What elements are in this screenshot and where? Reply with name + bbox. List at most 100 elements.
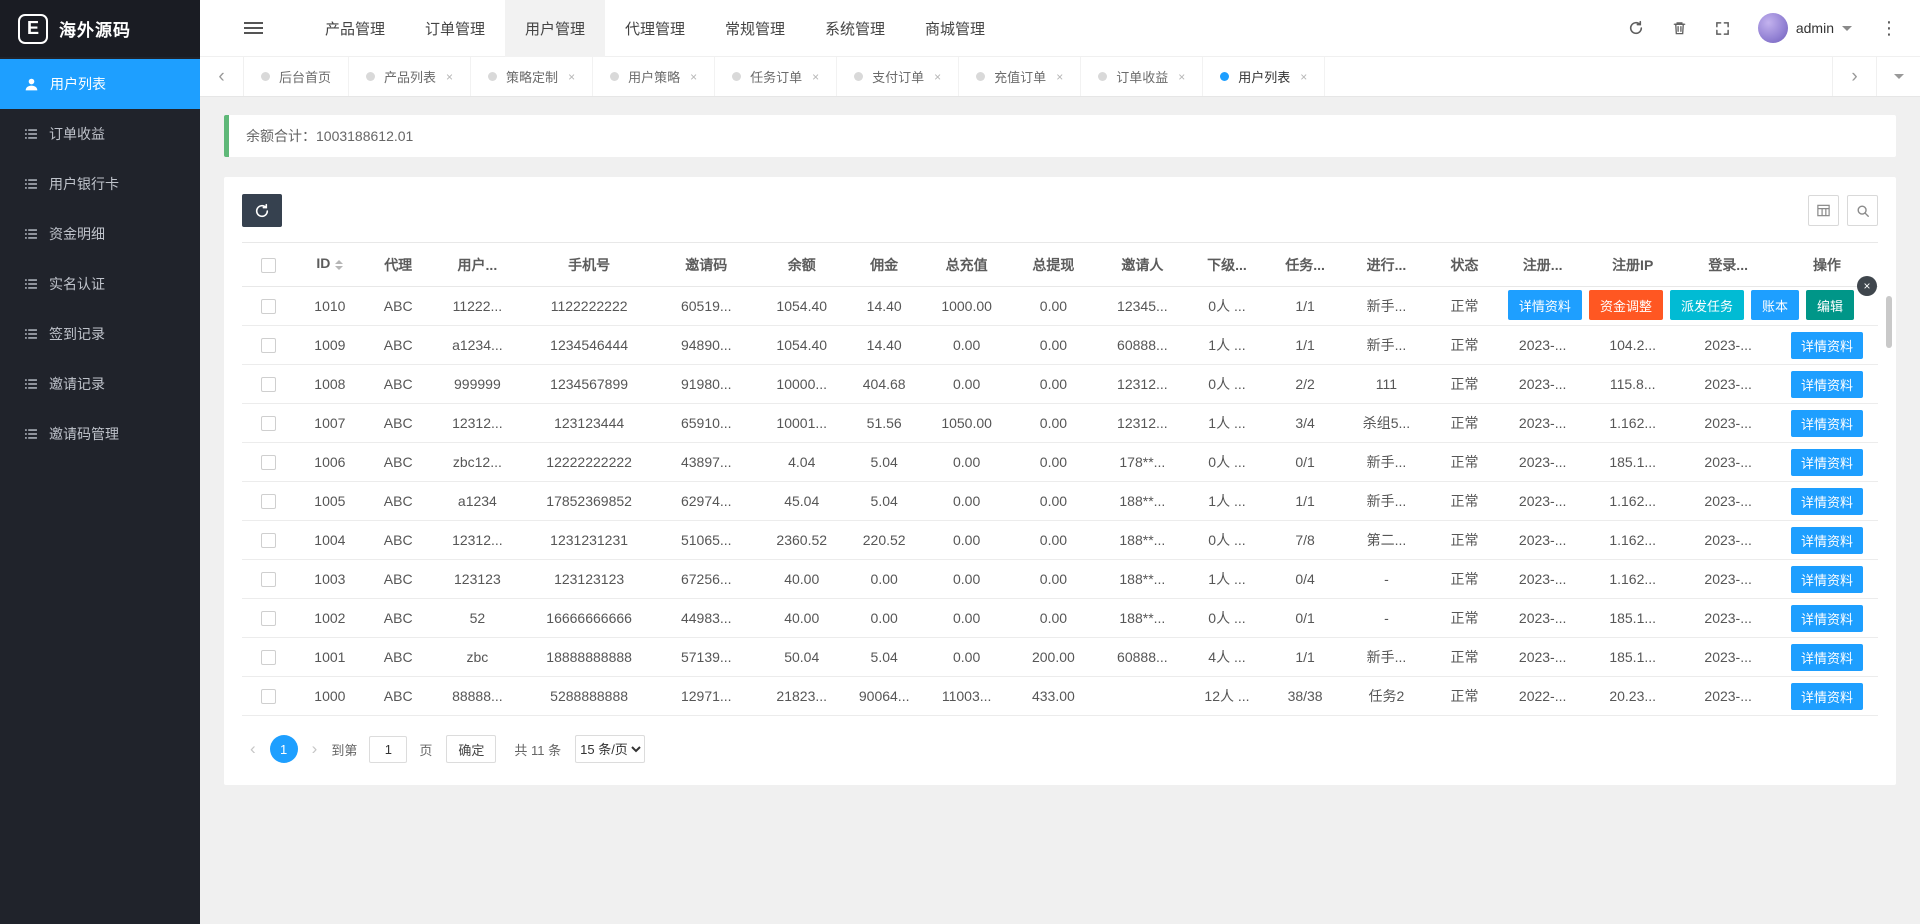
tabs-scroll-left-icon[interactable]: ‹: [200, 57, 244, 96]
row-checkbox[interactable]: [260, 338, 276, 354]
topnav-item[interactable]: 商城管理: [905, 0, 1005, 57]
tab-close-icon[interactable]: ×: [568, 70, 575, 84]
tab-close-icon[interactable]: ×: [934, 70, 941, 84]
page-size-select[interactable]: 15 条/页: [575, 735, 646, 763]
topnav-item[interactable]: 产品管理: [305, 0, 405, 57]
tab-item[interactable]: 策略定制 ×: [471, 57, 594, 96]
adjust-funds-button[interactable]: 资金调整: [1588, 290, 1663, 320]
sidebar-item[interactable]: 订单收益: [0, 109, 200, 159]
column-header[interactable]: 任务...: [1266, 242, 1345, 287]
goto-page-input[interactable]: [369, 735, 408, 763]
column-header[interactable]: 注册...: [1500, 242, 1585, 287]
tab-item[interactable]: 用户策略 ×: [593, 57, 716, 96]
sidebar-item[interactable]: 用户银行卡: [0, 159, 200, 209]
column-header[interactable]: 余额: [758, 242, 846, 287]
row-checkbox[interactable]: [260, 377, 276, 393]
tab-close-icon[interactable]: ×: [1300, 70, 1307, 84]
sidebar-item[interactable]: 邀请码管理: [0, 409, 200, 459]
row-checkbox[interactable]: [260, 533, 276, 549]
sidebar-item[interactable]: 签到记录: [0, 309, 200, 359]
column-header[interactable]: 用户...: [430, 242, 525, 287]
tab-item[interactable]: 充值订单 ×: [959, 57, 1082, 96]
more-options-icon[interactable]: ⋮: [1880, 18, 1898, 39]
row-checkbox[interactable]: [260, 299, 276, 315]
detail-button[interactable]: 详情资料: [1790, 448, 1863, 476]
tab-item[interactable]: 后台首页: [244, 57, 350, 96]
detail-button[interactable]: 详情资料: [1790, 565, 1863, 593]
column-header[interactable]: 邀请人: [1096, 242, 1188, 287]
tab-close-icon[interactable]: ×: [446, 70, 453, 84]
column-header[interactable]: 下级...: [1187, 242, 1267, 287]
edit-button[interactable]: 编辑: [1805, 290, 1854, 320]
detail-button[interactable]: 详情资料: [1790, 526, 1863, 554]
tab-item[interactable]: 订单收益 ×: [1081, 57, 1204, 96]
detail-button[interactable]: 详情资料: [1790, 643, 1863, 671]
tab-close-icon[interactable]: ×: [690, 70, 697, 84]
tab-item[interactable]: 用户列表 ×: [1203, 57, 1326, 96]
confirm-button[interactable]: 确定: [446, 735, 497, 763]
detail-button[interactable]: 详情资料: [1507, 290, 1582, 320]
detail-button[interactable]: 详情资料: [1790, 682, 1863, 710]
sidebar-toggle-icon[interactable]: [244, 22, 263, 34]
column-header[interactable]: 登录...: [1680, 242, 1776, 287]
tab-item[interactable]: 产品列表 ×: [349, 57, 472, 96]
tabs-menu-icon[interactable]: [1876, 57, 1920, 96]
sort-icon[interactable]: [335, 256, 344, 274]
topnav-item[interactable]: 系统管理: [805, 0, 905, 57]
dispatch-task-button[interactable]: 派发任务: [1669, 290, 1744, 320]
row-checkbox[interactable]: [260, 455, 276, 471]
detail-button[interactable]: 详情资料: [1790, 409, 1863, 437]
user-menu[interactable]: admin: [1757, 13, 1852, 43]
search-icon[interactable]: [1847, 195, 1878, 226]
detail-button[interactable]: 详情资料: [1790, 370, 1863, 398]
column-header[interactable]: ID: [294, 242, 366, 287]
row-checkbox[interactable]: [260, 650, 276, 666]
row-checkbox[interactable]: [260, 689, 276, 705]
column-header[interactable]: 代理: [365, 242, 431, 287]
detail-button[interactable]: 详情资料: [1790, 487, 1863, 515]
detail-button[interactable]: 详情资料: [1790, 331, 1863, 359]
avatar[interactable]: [1757, 13, 1788, 43]
sidebar-item[interactable]: 邀请记录: [0, 359, 200, 409]
sidebar-item[interactable]: 用户列表: [0, 59, 200, 109]
close-icon[interactable]: ×: [1857, 276, 1877, 296]
trash-icon[interactable]: [1672, 20, 1687, 36]
brand-logo-icon: E: [18, 13, 48, 44]
column-header[interactable]: 进行...: [1344, 242, 1429, 287]
column-header[interactable]: 手机号: [524, 242, 655, 287]
table-refresh-button[interactable]: [242, 194, 282, 227]
tab-close-icon[interactable]: ×: [1056, 70, 1063, 84]
topnav-item[interactable]: 用户管理: [505, 0, 605, 57]
prev-page-icon[interactable]: ‹: [246, 739, 260, 759]
topnav-item[interactable]: 订单管理: [405, 0, 505, 57]
sidebar-item[interactable]: 实名认证: [0, 259, 200, 309]
sidebar-item[interactable]: 资金明细: [0, 209, 200, 259]
detail-button[interactable]: 详情资料: [1790, 604, 1863, 632]
tab-close-icon[interactable]: ×: [812, 70, 819, 84]
tabs-scroll-right-icon[interactable]: ›: [1832, 57, 1876, 96]
topnav-item[interactable]: 常规管理: [705, 0, 805, 57]
fullscreen-icon[interactable]: [1715, 21, 1730, 36]
current-page-button[interactable]: 1: [269, 735, 298, 763]
tab-item[interactable]: 任务订单 ×: [715, 57, 838, 96]
tab-close-icon[interactable]: ×: [1178, 70, 1185, 84]
row-checkbox[interactable]: [260, 572, 276, 588]
next-page-icon[interactable]: ›: [308, 739, 322, 759]
row-checkbox[interactable]: [260, 494, 276, 510]
column-header[interactable]: 总充值: [923, 242, 1011, 287]
column-header[interactable]: 状态: [1428, 242, 1501, 287]
scrollbar-thumb[interactable]: [1886, 296, 1892, 348]
column-header[interactable]: 注册IP: [1584, 242, 1681, 287]
refresh-icon[interactable]: [1628, 20, 1644, 36]
columns-icon[interactable]: [1808, 195, 1839, 226]
tab-item[interactable]: 支付订单 ×: [837, 57, 960, 96]
ledger-button[interactable]: 账本: [1750, 290, 1799, 320]
topnav-item[interactable]: 代理管理: [605, 0, 705, 57]
table-cell: 1.162...: [1584, 481, 1681, 521]
column-header[interactable]: 佣金: [845, 242, 924, 287]
row-checkbox[interactable]: [260, 416, 276, 432]
select-all-checkbox[interactable]: [260, 257, 276, 273]
column-header[interactable]: 总提现: [1010, 242, 1097, 287]
row-checkbox[interactable]: [260, 611, 276, 627]
column-header[interactable]: 邀请码: [654, 242, 759, 287]
